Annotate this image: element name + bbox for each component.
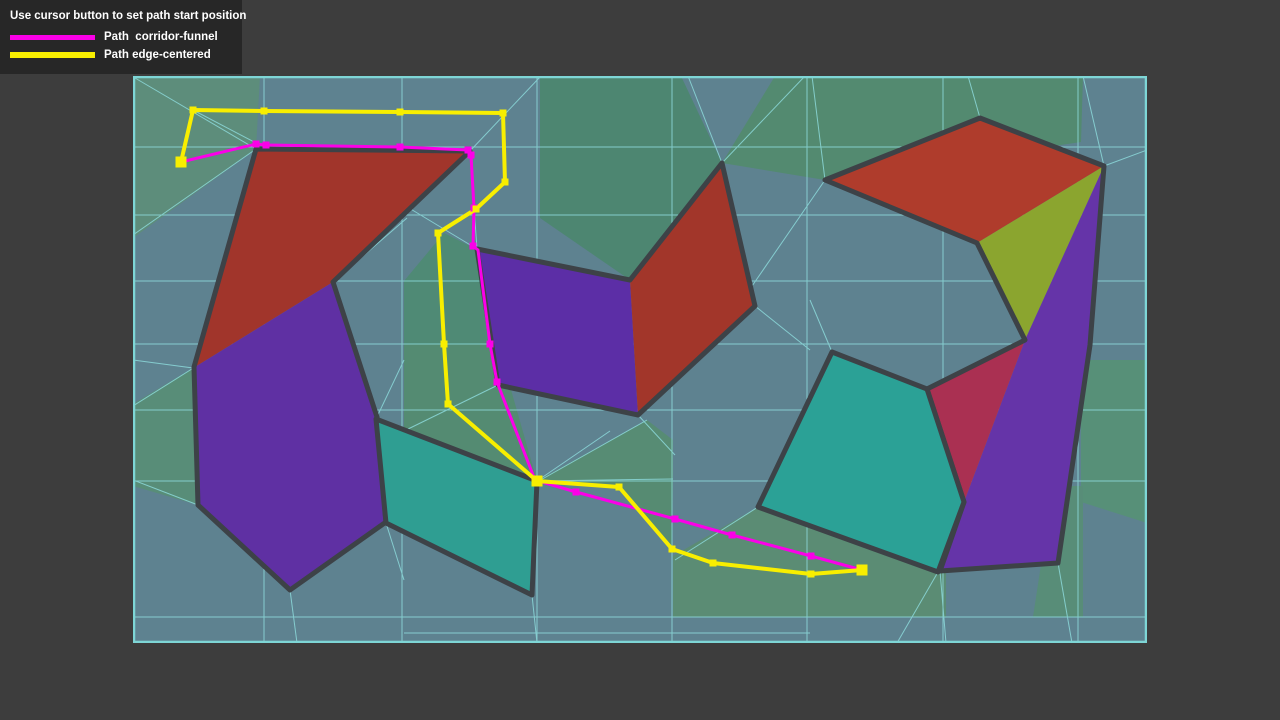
path-waypoint-marker: [808, 553, 815, 560]
path-waypoint-marker: [500, 110, 507, 117]
path-junction-marker: [532, 476, 543, 487]
path-waypoint-marker: [470, 243, 477, 250]
path-waypoint-marker: [669, 546, 676, 553]
path-waypoint-marker: [397, 109, 404, 116]
path-waypoint-marker: [729, 532, 736, 539]
mesh-cell: [1081, 360, 1147, 523]
path-waypoint-marker: [468, 152, 475, 159]
legend-item-edge-centered: Path edge-centered: [10, 46, 230, 64]
path-waypoint-marker: [397, 144, 404, 151]
path-waypoint-marker: [445, 401, 452, 408]
path-end-marker: [857, 565, 868, 576]
path-waypoint-marker: [573, 489, 580, 496]
navmesh-canvas[interactable]: [133, 76, 1147, 643]
path-waypoint-marker: [808, 571, 815, 578]
navmesh-canvas-wrap: [133, 76, 1147, 643]
path-waypoint-marker: [253, 141, 260, 148]
path-start-marker: [176, 157, 187, 168]
path-waypoint-marker: [435, 230, 442, 237]
path-waypoint-marker: [473, 206, 480, 213]
app-window: Use cursor button to set path start posi…: [0, 0, 1280, 720]
path-waypoint-marker: [261, 108, 268, 115]
path-waypoint-marker: [710, 560, 717, 567]
legend-item-corridor-funnel: Path corridor-funnel: [10, 28, 230, 46]
path-waypoint-marker: [616, 484, 623, 491]
path-waypoint-marker: [494, 379, 501, 386]
path-waypoint-marker: [190, 107, 197, 114]
path-edge-centered-swatch: [10, 52, 95, 58]
legend-panel: Use cursor button to set path start posi…: [0, 0, 242, 74]
path-waypoint-marker: [672, 516, 679, 523]
path-waypoint-marker: [487, 341, 494, 348]
path-corridor-funnel-swatch: [10, 35, 95, 40]
legend-item-label: Path edge-centered: [104, 49, 211, 61]
path-waypoint-marker: [441, 341, 448, 348]
path-waypoint-marker: [502, 179, 509, 186]
legend-title: Use cursor button to set path start posi…: [10, 9, 230, 24]
path-waypoint-marker: [263, 142, 270, 149]
legend-item-label: Path corridor-funnel: [104, 31, 218, 43]
